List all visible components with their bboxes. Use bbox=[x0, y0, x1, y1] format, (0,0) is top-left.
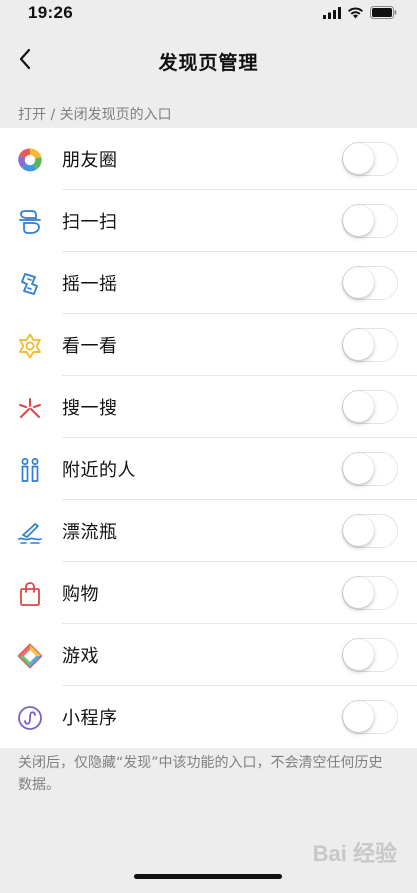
item-label: 搜一搜 bbox=[62, 398, 118, 419]
games-icon bbox=[17, 643, 43, 669]
top-stories-icon bbox=[17, 333, 43, 359]
list-item-games: 游戏 bbox=[0, 624, 417, 686]
scan-icon bbox=[17, 209, 43, 235]
list-item-scan: 扫一扫 bbox=[0, 190, 417, 252]
drift-bottle-icon bbox=[17, 519, 43, 545]
watermark-logo: Bai 经验 bbox=[312, 841, 397, 866]
mini-programs-icon bbox=[17, 705, 43, 731]
list-item-moments: 朋友圈 bbox=[0, 128, 417, 190]
mini-programs-toggle[interactable] bbox=[342, 700, 398, 734]
shopping-bag-icon bbox=[17, 581, 43, 607]
item-label: 朋友圈 bbox=[62, 150, 118, 171]
page-title: 发现页管理 bbox=[158, 52, 259, 74]
item-label: 看一看 bbox=[62, 336, 118, 357]
item-label: 摇一摇 bbox=[62, 274, 118, 295]
games-toggle[interactable] bbox=[342, 638, 398, 672]
wifi-icon bbox=[347, 4, 364, 23]
shopping-toggle[interactable] bbox=[342, 576, 398, 610]
item-label: 扫一扫 bbox=[62, 212, 118, 233]
list-item-shake: 摇一摇 bbox=[0, 252, 417, 314]
status-bar: 19:26 bbox=[0, 0, 417, 28]
footer-note: 关闭后，仅隐藏“发现”中该功能的入口，不会清空任何历史数据。 bbox=[18, 755, 383, 793]
item-label: 漂流瓶 bbox=[62, 522, 118, 543]
list-item-shopping: 购物 bbox=[0, 562, 417, 624]
status-icons bbox=[323, 4, 397, 23]
item-label: 购物 bbox=[62, 584, 99, 605]
discover-entry-list: 朋友圈 扫一扫 摇一摇 看一看 搜一搜 附近的人 漂流瓶 购物 游戏 小程序 bbox=[0, 128, 417, 748]
toggle-knob bbox=[343, 143, 374, 174]
top-stories-toggle[interactable] bbox=[342, 328, 398, 362]
list-item-top-stories: 看一看 bbox=[0, 314, 417, 376]
list-item-search: 搜一搜 bbox=[0, 376, 417, 438]
toggle-knob bbox=[343, 515, 374, 546]
home-indicator[interactable] bbox=[134, 874, 282, 879]
search-icon bbox=[17, 395, 43, 421]
people-nearby-toggle[interactable] bbox=[342, 452, 398, 486]
list-item-people-nearby: 附近的人 bbox=[0, 438, 417, 500]
toggle-knob bbox=[343, 329, 374, 360]
toggle-knob bbox=[343, 205, 374, 236]
section-label: 打开 / 关闭发现页的入口 bbox=[18, 107, 172, 123]
battery-icon bbox=[370, 4, 397, 23]
toggle-knob bbox=[343, 701, 374, 732]
toggle-knob bbox=[343, 577, 374, 608]
list-item-mini-programs: 小程序 bbox=[0, 686, 417, 748]
people-nearby-icon bbox=[17, 457, 43, 483]
item-label: 附近的人 bbox=[62, 460, 136, 481]
shake-icon bbox=[17, 271, 43, 297]
item-label: 游戏 bbox=[62, 646, 99, 667]
list-item-drift-bottle: 漂流瓶 bbox=[0, 500, 417, 562]
shake-toggle[interactable] bbox=[342, 266, 398, 300]
moments-toggle[interactable] bbox=[342, 142, 398, 176]
status-time: 19:26 bbox=[28, 3, 73, 22]
drift-bottle-toggle[interactable] bbox=[342, 514, 398, 548]
cellular-signal-icon bbox=[323, 4, 341, 23]
toggle-knob bbox=[343, 391, 374, 422]
navigation-bar: 发现页管理 bbox=[0, 28, 417, 94]
toggle-knob bbox=[343, 639, 374, 670]
search-toggle[interactable] bbox=[342, 390, 398, 424]
moments-icon bbox=[17, 147, 43, 173]
scan-toggle[interactable] bbox=[342, 204, 398, 238]
toggle-knob bbox=[343, 453, 374, 484]
toggle-knob bbox=[343, 267, 374, 298]
item-label: 小程序 bbox=[62, 708, 118, 729]
